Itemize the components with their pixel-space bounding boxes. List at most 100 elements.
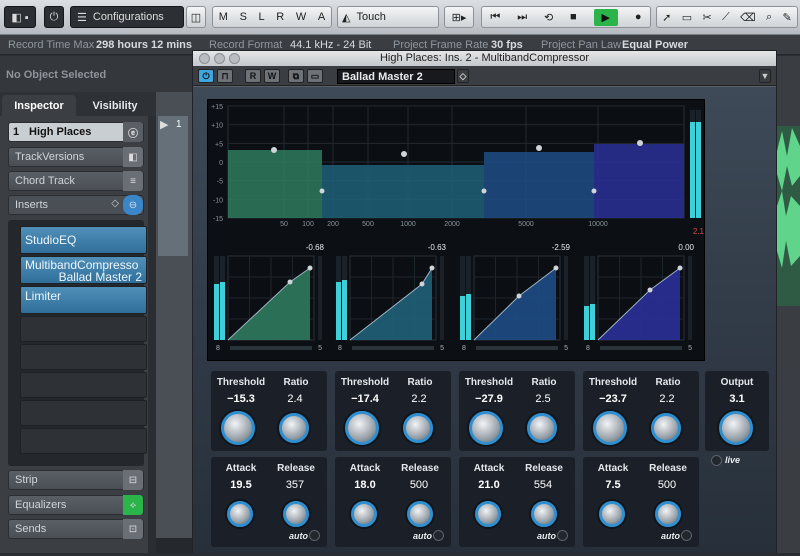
band-3-release-value[interactable]: 554 [519, 479, 567, 491]
band-2-ratio-handle[interactable] [429, 265, 435, 271]
band-2-region[interactable] [322, 165, 484, 218]
track-header[interactable]: ▶ 1 [158, 116, 188, 256]
bypass-icon[interactable]: ◇ [111, 198, 119, 209]
insert-slot-8[interactable] [20, 428, 147, 454]
rewind-icon[interactable]: ⏮ [490, 11, 500, 24]
band-1-attack-knob[interactable] [227, 501, 253, 527]
band-2-handle[interactable] [401, 151, 407, 157]
tab-inspector[interactable]: Inspector [2, 95, 76, 116]
track-name-field[interactable]: 1 High Places ⓔ [8, 122, 144, 142]
band-3-region[interactable] [484, 152, 594, 218]
band-4-ratio-knob[interactable] [651, 413, 681, 443]
stop-icon[interactable]: ■ [570, 11, 577, 23]
band-2-threshold-value[interactable]: −17.4 [339, 393, 391, 405]
band-2-threshold-handle[interactable] [419, 281, 425, 287]
band-1-region[interactable] [228, 150, 322, 218]
band-2-ratio-knob[interactable] [403, 413, 433, 443]
layout-button[interactable]: ◧ ▪ [4, 6, 36, 28]
band-2-release-value[interactable]: 500 [395, 479, 443, 491]
band-1-auto-release-toggle[interactable] [309, 530, 320, 541]
band-2-release-knob[interactable] [407, 501, 433, 527]
band-3-auto-release-toggle[interactable] [557, 530, 568, 541]
a-button[interactable]: A [318, 11, 325, 23]
bypass-button[interactable]: ⊓ [217, 69, 233, 83]
scissors-tool-icon[interactable]: ✂ [702, 11, 711, 24]
settings-button[interactable]: ▭ [307, 69, 323, 83]
band-3-release-knob[interactable] [531, 501, 557, 527]
write-button[interactable]: W [296, 11, 306, 23]
insert-slot-1[interactable]: StudioEQ [20, 226, 147, 254]
eq-active-icon[interactable]: ⟡ [123, 495, 143, 515]
insert-slot-4[interactable] [20, 316, 147, 342]
band-4-release-knob[interactable] [655, 501, 681, 527]
band-1-ratio-value[interactable]: 2.4 [271, 393, 319, 405]
camera-button[interactable]: ◫ [186, 6, 206, 28]
band-3-attack-value[interactable]: 21.0 [463, 479, 515, 491]
band-1-handle[interactable] [271, 147, 277, 153]
band-3-handle[interactable] [536, 145, 542, 151]
band-3-ratio-knob[interactable] [527, 413, 557, 443]
window-menu-icon[interactable]: ▼ [759, 69, 771, 83]
range-tool-icon[interactable]: ▭ [682, 11, 692, 24]
band-1-threshold-knob[interactable] [221, 411, 255, 445]
band-4-ratio-handle[interactable] [677, 265, 683, 271]
solo-button[interactable]: S [240, 11, 247, 23]
preset-field[interactable]: Ballad Master 2 [337, 69, 455, 84]
band-1-threshold-handle[interactable] [287, 279, 293, 285]
inserts-section[interactable]: Inserts ◇ ⊖ [8, 195, 144, 215]
live-toggle[interactable] [711, 455, 722, 466]
crossover-handle-2[interactable] [481, 188, 487, 194]
band-4-attack-value[interactable]: 7.5 [587, 479, 639, 491]
output-knob[interactable] [719, 411, 753, 445]
sends-section[interactable]: Sends ⊡ [8, 519, 144, 539]
band-4-threshold-handle[interactable] [647, 287, 653, 293]
insert-slot-7[interactable] [20, 400, 147, 426]
glue-tool-icon[interactable]: ⟋ [722, 11, 730, 24]
tab-visibility[interactable]: Visibility [80, 95, 150, 116]
plugin-power-icon[interactable]: ⏻ [198, 69, 214, 83]
crossover-handle-1[interactable] [319, 188, 325, 194]
record-icon[interactable]: ● [635, 11, 642, 23]
minimize-window-icon[interactable] [214, 53, 225, 64]
forward-icon[interactable]: ⏭ [517, 11, 527, 24]
erase-tool-icon[interactable]: ⌫ [740, 11, 756, 24]
band-2-auto-release-toggle[interactable] [433, 530, 444, 541]
insert-slot-6[interactable] [20, 372, 147, 398]
insert-slot-2[interactable]: MultibandCompresso Ballad Master 2 [20, 256, 147, 284]
output-value[interactable]: 3.1 [705, 393, 769, 405]
inspector-scrollbar[interactable] [148, 116, 156, 553]
band-4-threshold-knob[interactable] [593, 411, 627, 445]
band-1-ratio-knob[interactable] [279, 413, 309, 443]
band-2-threshold-knob[interactable] [345, 411, 379, 445]
band-3-threshold-handle[interactable] [516, 293, 522, 299]
band-1-release-value[interactable]: 357 [271, 479, 319, 491]
automation-mode-dropdown[interactable]: ◭ Touch [337, 6, 439, 28]
band-display[interactable]: +15 +10 +5 0 -5 -10 -15 50 100 200 500 1000 2000 5000… [208, 100, 706, 362]
configurations-dropdown[interactable]: ☰ Configurations [70, 6, 184, 28]
band-3-ratio-handle[interactable] [553, 265, 559, 271]
power-button[interactable]: ⏻ [44, 6, 64, 28]
band-3-threshold-knob[interactable] [469, 411, 503, 445]
band-4-handle[interactable] [637, 140, 643, 146]
band-4-region[interactable] [594, 144, 684, 218]
sidechain-button[interactable]: ⧉ [288, 69, 304, 83]
band-4-auto-release-toggle[interactable] [681, 530, 692, 541]
plugin-titlebar[interactable]: High Places: Ins. 2 - MultibandCompresso… [193, 51, 776, 66]
band-3-attack-knob[interactable] [475, 501, 501, 527]
band-4-attack-knob[interactable] [599, 501, 625, 527]
chord-track-section[interactable]: Chord Track ≡ [8, 171, 144, 191]
edit-channel-icon[interactable]: ⓔ [123, 122, 143, 142]
band-4-ratio-value[interactable]: 2.2 [643, 393, 691, 405]
inserts-active-icon[interactable]: ⊖ [123, 195, 143, 215]
band-1-ratio-handle[interactable] [307, 265, 313, 271]
crossover-handle-3[interactable] [591, 188, 597, 194]
band-1-release-knob[interactable] [283, 501, 309, 527]
insert-slot-5[interactable] [20, 344, 147, 370]
play-button[interactable]: ▶ [593, 8, 619, 26]
strip-section[interactable]: Strip ⊟ [8, 470, 144, 490]
band-1-threshold-value[interactable]: −15.3 [215, 393, 267, 405]
insert-slot-3[interactable]: Limiter [20, 286, 147, 314]
band-2-attack-knob[interactable] [351, 501, 377, 527]
cycle-icon[interactable]: ⟲ [544, 11, 553, 24]
listen-button[interactable]: L [259, 11, 265, 23]
